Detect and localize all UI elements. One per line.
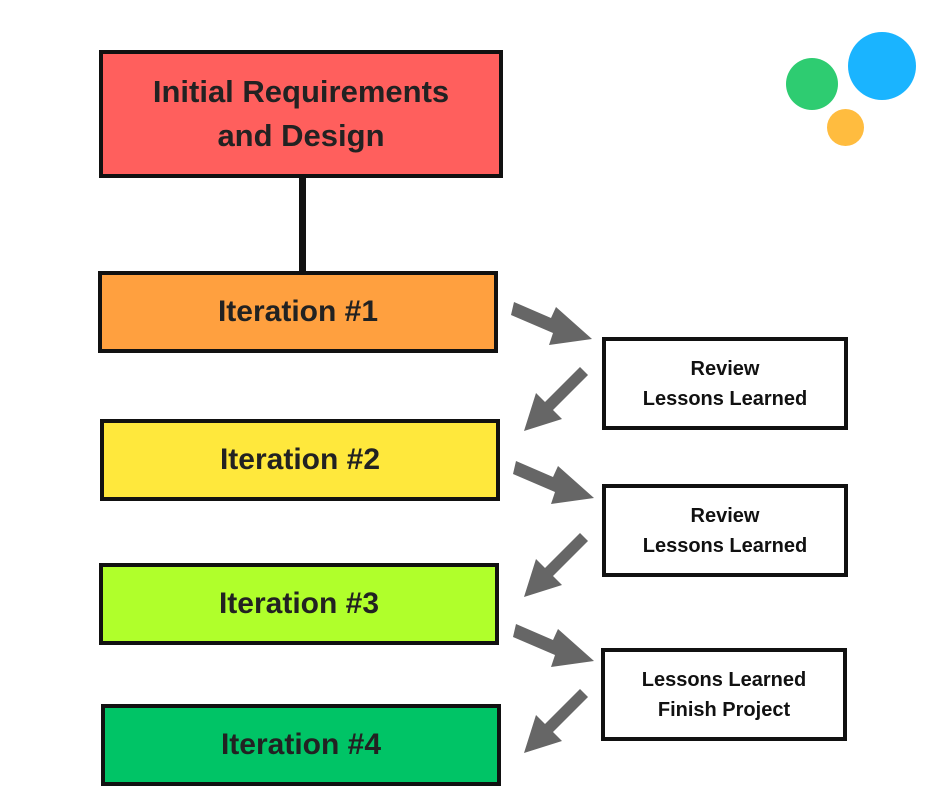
arrow-iter2-to-review2 [513,461,594,504]
arrow-iter3-to-review3 [513,624,594,667]
arrow-review2-to-iter3 [524,533,588,597]
arrow-iter1-to-review1 [511,302,592,345]
arrows-layer [511,302,594,753]
arrow-review1-to-iter2 [524,367,588,431]
arrow-final-to-iter4 [524,689,588,753]
